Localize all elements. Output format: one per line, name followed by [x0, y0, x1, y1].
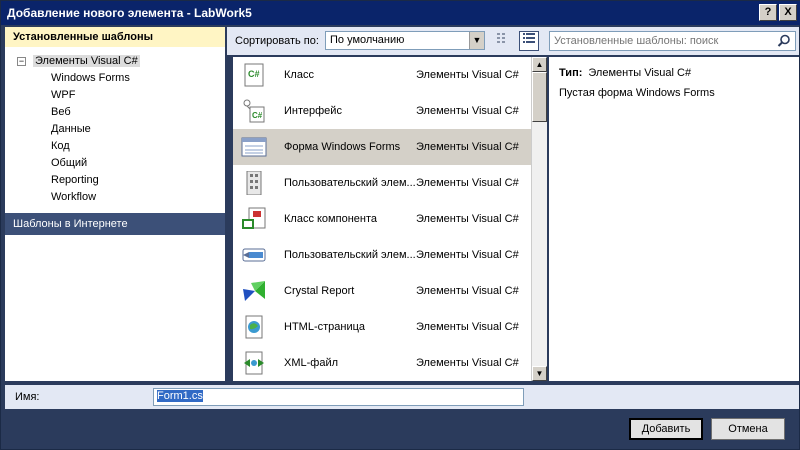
tree-node-label: Элементы Visual C#	[33, 55, 140, 67]
template-category: Элементы Visual C#	[416, 321, 519, 333]
user-control-icon	[246, 171, 262, 195]
name-input[interactable]: Form1.cs	[153, 388, 524, 406]
tree-node-wpf[interactable]: WPF	[5, 87, 225, 104]
installed-templates-header[interactable]: Установленные шаблоны	[5, 27, 225, 47]
svg-text:C#: C#	[252, 111, 263, 120]
templates-tree-panel: Установленные шаблоны − Элементы Visual …	[5, 27, 225, 381]
templates-scrollbar[interactable]: ▲ ▼	[531, 57, 547, 381]
add-button[interactable]: Добавить	[629, 418, 703, 440]
grid-view-icon	[497, 33, 505, 43]
tree-node-web[interactable]: Веб	[5, 104, 225, 121]
add-new-item-dialog: Добавление нового элемента - LabWork5 ? …	[0, 0, 800, 450]
template-description: Пустая форма Windows Forms	[559, 87, 715, 99]
tree-node-visual-csharp[interactable]: − Элементы Visual C#	[5, 53, 225, 70]
crystal-report-icon	[243, 281, 265, 301]
templates-tree: − Элементы Visual C# Windows Forms WPF В…	[5, 53, 225, 206]
template-name: Crystal Report	[284, 285, 355, 297]
close-button[interactable]: X	[779, 4, 797, 21]
template-name: Класс компонента	[284, 213, 377, 225]
xml-file-icon	[244, 351, 264, 375]
template-item-component-class[interactable]: Класс компонента Элементы Visual C#	[233, 201, 547, 237]
template-name: Интерфейс	[284, 105, 342, 117]
search-icon[interactable]	[777, 34, 791, 48]
scroll-down-icon[interactable]: ▼	[532, 366, 547, 381]
search-input[interactable]	[550, 32, 770, 50]
template-name: Класс	[284, 69, 314, 81]
template-item-html-page[interactable]: HTML-страница Элементы Visual C#	[233, 309, 547, 345]
templates-list: C# Класс Элементы Visual C# C# Интерфейс…	[233, 57, 547, 381]
collapse-icon[interactable]: −	[17, 57, 26, 66]
cancel-button[interactable]: Отмена	[711, 418, 785, 440]
template-category: Элементы Visual C#	[416, 357, 519, 369]
template-category: Элементы Visual C#	[416, 249, 519, 261]
chevron-down-icon[interactable]: ▼	[469, 32, 484, 49]
tree-node-reporting[interactable]: Reporting	[5, 172, 225, 189]
template-category: Элементы Visual C#	[416, 105, 519, 117]
tree-node-windows-forms[interactable]: Windows Forms	[5, 70, 225, 87]
tree-node-general[interactable]: Общий	[5, 155, 225, 172]
list-view-icon	[523, 33, 535, 43]
component-class-icon	[242, 207, 266, 229]
template-name: Пользовательский элем...	[284, 177, 416, 189]
template-item-xml-file[interactable]: XML-файл Элементы Visual C#	[233, 345, 547, 381]
template-type: Тип: Элементы Visual C#	[559, 67, 691, 79]
type-value: Элементы Visual C#	[588, 67, 692, 79]
scroll-up-icon[interactable]: ▲	[532, 57, 547, 72]
template-name: XML-файл	[284, 357, 339, 369]
sort-label: Сортировать по:	[235, 35, 319, 47]
svg-text:C#: C#	[248, 69, 260, 79]
template-category: Элементы Visual C#	[416, 213, 519, 225]
template-category: Элементы Visual C#	[416, 141, 519, 153]
template-category: Элементы Visual C#	[416, 177, 519, 189]
custom-control-icon	[242, 248, 266, 262]
small-icons-view-button[interactable]	[493, 31, 513, 51]
online-templates-header[interactable]: Шаблоны в Интернете	[5, 213, 225, 235]
title-bar[interactable]: Добавление нового элемента - LabWork5 ? …	[1, 1, 800, 25]
name-label: Имя:	[15, 391, 40, 403]
html-page-icon	[245, 315, 263, 339]
template-name: HTML-страница	[284, 321, 366, 333]
name-bar: Имя: Form1.cs	[5, 385, 799, 409]
template-category: Элементы Visual C#	[416, 285, 519, 297]
template-item-custom-control[interactable]: Пользовательский элем... Элементы Visual…	[233, 237, 547, 273]
name-input-value: Form1.cs	[157, 390, 203, 402]
template-item-interface[interactable]: C# Интерфейс Элементы Visual C#	[233, 93, 547, 129]
template-details-panel: Тип: Элементы Visual C# Пустая форма Wind…	[549, 57, 799, 381]
sort-select[interactable]: По умолчанию ▼	[325, 31, 485, 50]
template-name: Пользовательский элем...	[284, 249, 416, 261]
search-field[interactable]	[549, 31, 796, 51]
window-title: Добавление нового элемента - LabWork5	[7, 6, 252, 20]
tree-node-workflow[interactable]: Workflow	[5, 189, 225, 206]
csharp-interface-icon: C#	[243, 99, 265, 123]
windows-form-icon	[241, 137, 267, 157]
sort-select-value: По умолчанию	[330, 34, 405, 46]
tree-node-data[interactable]: Данные	[5, 121, 225, 138]
tree-node-code[interactable]: Код	[5, 138, 225, 155]
templates-toolbar: Сортировать по: По умолчанию ▼	[227, 27, 799, 55]
template-name: Форма Windows Forms	[284, 141, 401, 153]
list-view-button[interactable]	[519, 31, 539, 51]
template-item-class[interactable]: C# Класс Элементы Visual C#	[233, 57, 547, 93]
csharp-class-icon: C#	[244, 63, 264, 87]
type-label: Тип:	[559, 67, 583, 79]
help-button[interactable]: ?	[759, 4, 777, 21]
template-item-user-control[interactable]: Пользовательский элем... Элементы Visual…	[233, 165, 547, 201]
template-item-windows-form[interactable]: Форма Windows Forms Элементы Visual C#	[233, 129, 547, 165]
template-category: Элементы Visual C#	[416, 69, 519, 81]
template-item-crystal-report[interactable]: Crystal Report Элементы Visual C#	[233, 273, 547, 309]
scroll-thumb[interactable]	[532, 72, 547, 122]
